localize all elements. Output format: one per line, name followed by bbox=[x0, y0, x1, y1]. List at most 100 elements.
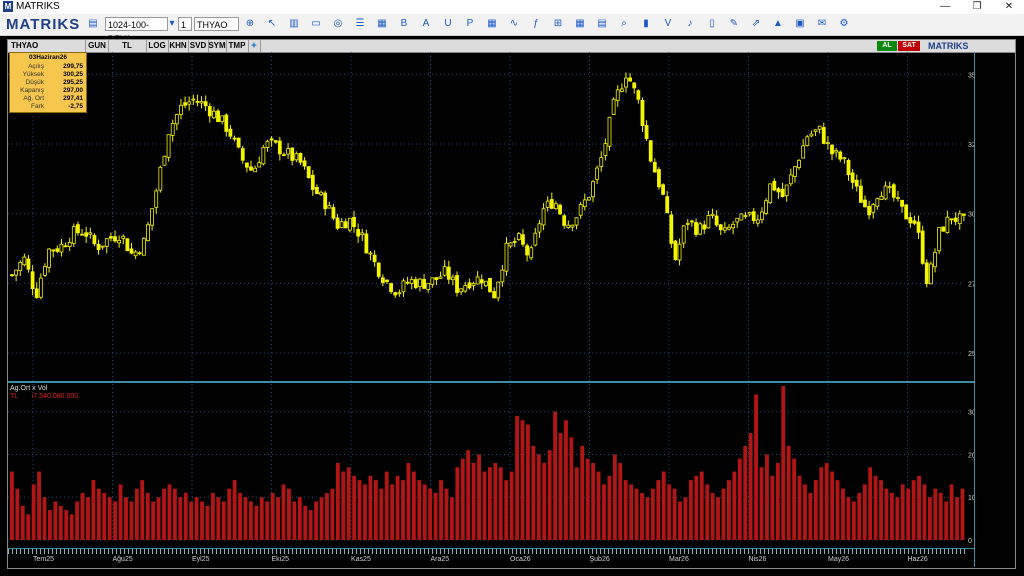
tree-icon[interactable]: ⊞ bbox=[552, 18, 564, 30]
minimize-button[interactable]: — bbox=[930, 0, 960, 14]
time-tick bbox=[932, 549, 933, 554]
volume-bar bbox=[411, 471, 416, 540]
price-axis-border bbox=[974, 52, 975, 567]
price-candle bbox=[34, 282, 39, 299]
volume-bar bbox=[580, 445, 585, 540]
p-icon[interactable]: P bbox=[464, 18, 476, 30]
page-icon[interactable]: ▯ bbox=[706, 18, 718, 30]
time-tick bbox=[148, 549, 149, 554]
time-tick bbox=[424, 549, 425, 554]
calendar-icon[interactable]: ▦ bbox=[376, 18, 388, 30]
volume-bar bbox=[31, 484, 36, 540]
fx-icon[interactable]: ƒ bbox=[530, 18, 542, 30]
price-candle bbox=[319, 190, 323, 197]
close-button[interactable]: ✕ bbox=[994, 0, 1024, 14]
notebook-icon[interactable]: ▮ bbox=[640, 18, 652, 30]
mail-icon[interactable]: ✉ bbox=[816, 18, 828, 30]
month-label: Eyl25 bbox=[192, 556, 210, 563]
line-chart-icon[interactable]: ∿ bbox=[508, 18, 520, 30]
save-icon[interactable]: ▤ bbox=[87, 18, 99, 30]
btn-sym[interactable]: SYM bbox=[208, 40, 227, 52]
period-select[interactable]: 1 bbox=[178, 17, 192, 31]
maximize-button[interactable]: ❐ bbox=[962, 0, 992, 14]
price-candle bbox=[162, 155, 167, 166]
price-candle bbox=[768, 183, 773, 205]
time-tick bbox=[460, 549, 461, 554]
volume-bar bbox=[732, 471, 737, 540]
volume-bar bbox=[938, 492, 943, 540]
price-candle bbox=[694, 218, 698, 237]
time-tick bbox=[120, 549, 121, 554]
external-icon[interactable]: ⇗ bbox=[750, 18, 762, 30]
time-tick bbox=[224, 549, 225, 554]
b-icon[interactable]: B bbox=[398, 18, 410, 30]
search-icon[interactable]: ⌕ bbox=[618, 18, 630, 30]
price-candle bbox=[817, 125, 822, 134]
list-icon[interactable]: ☰ bbox=[354, 18, 366, 30]
time-tick bbox=[268, 549, 269, 554]
symbol-input[interactable]: THYAO bbox=[194, 17, 239, 31]
grid-icon[interactable]: ▦ bbox=[574, 18, 586, 30]
volume-bar bbox=[276, 497, 280, 540]
chevron-down-icon[interactable]: ▾ bbox=[166, 18, 178, 30]
settings-icon[interactable]: ⚙ bbox=[838, 18, 850, 30]
time-tick bbox=[920, 549, 921, 554]
bell-icon[interactable]: ♪ bbox=[684, 18, 696, 30]
price-candle bbox=[821, 122, 826, 145]
template-select[interactable]: 1024-100-BEYA bbox=[105, 17, 168, 44]
price-candle bbox=[858, 179, 863, 203]
volume-bar bbox=[645, 497, 650, 540]
a-icon[interactable]: A bbox=[420, 18, 432, 30]
volume-bar bbox=[498, 467, 503, 540]
volume-bar bbox=[873, 475, 878, 540]
volume-bar bbox=[42, 497, 47, 540]
document-icon[interactable]: ▤ bbox=[596, 18, 608, 30]
time-axis[interactable]: Tem25 Ağu25 Eyl25 Eki25 Kas25 Ara25 Oca26 Şub26… bbox=[8, 548, 974, 568]
gauge-icon[interactable]: ◎ bbox=[332, 18, 344, 30]
low-label: Düşük bbox=[25, 79, 44, 86]
price-chart[interactable]: 250,275,300,325,350, bbox=[8, 52, 974, 381]
v-icon[interactable]: V bbox=[662, 18, 674, 30]
time-tick bbox=[652, 549, 653, 554]
volume-bar bbox=[640, 492, 644, 540]
time-tick bbox=[928, 549, 929, 554]
btn-khn[interactable]: KHN bbox=[168, 40, 189, 52]
volume-bar bbox=[172, 488, 177, 540]
btn-gun[interactable]: GUN bbox=[86, 40, 109, 52]
lock-icon[interactable]: ▣ bbox=[794, 18, 806, 30]
price-candle bbox=[389, 282, 394, 294]
price-candle bbox=[269, 136, 274, 147]
panel-separator[interactable] bbox=[8, 381, 974, 383]
btn-svd[interactable]: SVD bbox=[188, 40, 209, 52]
volume-bar bbox=[129, 501, 134, 540]
buy-button[interactable]: AL bbox=[877, 41, 897, 51]
btn-tl[interactable]: TL bbox=[108, 40, 147, 52]
time-tick bbox=[544, 549, 545, 554]
price-candle bbox=[883, 181, 888, 201]
chat-icon[interactable]: ▲ bbox=[772, 18, 784, 30]
volume-bar bbox=[927, 497, 932, 540]
zoom-in-icon[interactable]: ⊕ bbox=[244, 18, 256, 30]
volume-bar bbox=[547, 450, 552, 540]
price-candle bbox=[739, 213, 744, 221]
btn-tmp[interactable]: TMP bbox=[226, 40, 249, 52]
sell-button[interactable]: SAT bbox=[898, 41, 920, 51]
volume-chart[interactable]: 010, Mr20, Mr30, Mr bbox=[8, 384, 974, 548]
volume-bar bbox=[629, 484, 634, 540]
volume-bar bbox=[705, 484, 710, 540]
table-icon[interactable]: ▦ bbox=[486, 18, 498, 30]
time-tick bbox=[884, 549, 885, 554]
volume-bar bbox=[618, 463, 623, 540]
chart-brand: MATRIKS bbox=[928, 41, 969, 51]
monitor-icon[interactable]: ▭ bbox=[310, 18, 322, 30]
bar-chart-icon[interactable]: ▥ bbox=[288, 18, 300, 30]
btn-log[interactable]: LOG bbox=[146, 40, 169, 52]
twitter-icon[interactable]: ✦ bbox=[248, 40, 261, 52]
edit-icon[interactable]: ✎ bbox=[728, 18, 740, 30]
volume-bar bbox=[319, 497, 324, 540]
price-candle bbox=[891, 182, 896, 202]
cursor-icon[interactable]: ↖ bbox=[266, 18, 278, 30]
u-icon[interactable]: U bbox=[442, 18, 454, 30]
volume-bar bbox=[69, 514, 74, 540]
price-candle bbox=[797, 158, 801, 170]
